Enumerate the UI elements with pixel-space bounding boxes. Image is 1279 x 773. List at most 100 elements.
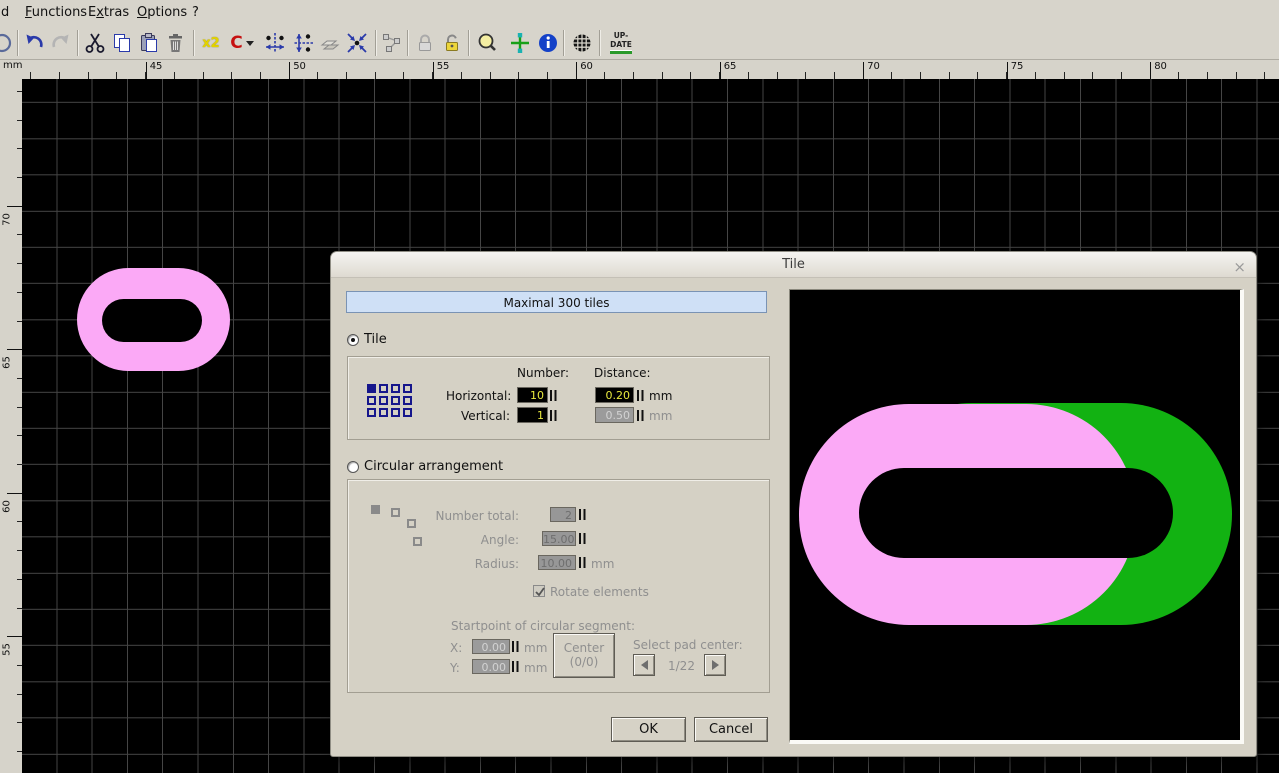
cancel-button[interactable]: Cancel <box>694 717 768 742</box>
vertical-distance-field: 0.50 <box>595 407 634 423</box>
menu-item-options[interactable]: Options <box>137 5 187 20</box>
ruler-label: 65 <box>2 354 13 372</box>
circular-radio-label[interactable]: Circular arrangement <box>364 459 503 474</box>
ruler-tick <box>891 72 892 79</box>
angle-label: Angle: <box>433 533 519 547</box>
ruler-tick <box>748 72 749 79</box>
ruler-label: 60 <box>580 61 593 72</box>
rotate-elements-label: Rotate elements <box>550 585 649 599</box>
dialog-title: Tile <box>782 257 805 272</box>
ruler-tick <box>260 72 261 79</box>
startpoint-label: Startpoint of circular segment: <box>451 619 635 633</box>
vertical-number-spinner[interactable] <box>550 410 557 421</box>
tile-preview-panel <box>789 289 1244 744</box>
x-spinner <box>512 641 519 652</box>
pad-hole-shape <box>859 468 1173 558</box>
ruler-tick <box>146 62 147 79</box>
paste-icon[interactable] <box>136 30 162 56</box>
ruler-tick <box>1092 72 1093 79</box>
ruler-top: 4550556065707580 <box>22 60 1279 79</box>
horizontal-distance-field[interactable]: 0.20 <box>595 387 634 403</box>
horizontal-distance-spinner[interactable] <box>637 390 644 401</box>
pad-next-button <box>704 654 726 676</box>
pad-obround-shape[interactable] <box>77 268 230 371</box>
y-unit-label: mm <box>524 661 547 675</box>
ruler-tick <box>1007 62 1008 79</box>
ruler-tick <box>289 62 290 79</box>
trash-icon[interactable] <box>162 30 188 56</box>
tile-radio-label[interactable]: Tile <box>364 332 387 347</box>
circular-radio[interactable] <box>347 461 359 473</box>
ruler-tick <box>720 62 721 79</box>
ruler-tick <box>604 72 605 79</box>
ruler-label: 75 <box>1011 61 1024 72</box>
ruler-tick <box>977 72 978 79</box>
horizontal-number-field[interactable]: 10 <box>517 387 548 403</box>
rotate-elements-checkbox <box>533 585 545 597</box>
halftone-icon[interactable] <box>569 30 595 56</box>
angle-field: 15.00 <box>542 531 576 546</box>
redo-icon[interactable] <box>48 30 74 56</box>
ruler-tick <box>834 72 835 79</box>
mirror-vertical-icon[interactable] <box>290 30 316 56</box>
toolbar-separator <box>407 30 409 56</box>
ruler-tick <box>203 72 204 79</box>
cut-icon[interactable] <box>82 30 108 56</box>
arrow-left-icon <box>641 660 648 670</box>
horizontal-number-spinner[interactable] <box>550 390 557 401</box>
ruler-tick <box>863 62 864 79</box>
ruler-tick <box>576 62 577 79</box>
partial-icon[interactable] <box>0 30 18 56</box>
net-icon[interactable] <box>379 30 405 56</box>
tile-preview-graphic <box>790 290 1240 737</box>
crosshair-icon[interactable] <box>507 30 533 56</box>
menu-item-extras[interactable]: Extras <box>88 5 129 20</box>
menu-item-functions[interactable]: Functions <box>25 5 87 20</box>
ruler-tick <box>633 72 634 79</box>
radius-unit-label: mm <box>591 557 614 571</box>
pad-prev-button <box>633 654 655 676</box>
copy-icon[interactable] <box>109 30 135 56</box>
vertical-number-field[interactable]: 1 <box>517 407 548 423</box>
number-total-field: 2 <box>550 507 576 522</box>
rotate-icon[interactable]: C <box>225 30 259 56</box>
ok-button[interactable]: OK <box>611 717 686 742</box>
unlock-icon[interactable] <box>439 30 465 56</box>
info-icon[interactable] <box>535 30 561 56</box>
ruler-tick <box>1035 72 1036 79</box>
menu-item-help[interactable]: ? <box>192 5 199 20</box>
tile-radio[interactable] <box>347 334 359 346</box>
toolbar-separator <box>468 30 470 56</box>
undo-icon[interactable] <box>21 30 47 56</box>
ruler-tick <box>7 206 22 207</box>
number-column-header: Number: <box>517 366 569 380</box>
x-unit-label: mm <box>524 641 547 655</box>
toolbar-separator <box>599 30 601 56</box>
tile-dialog: Tile × Maximal 300 tiles Tile Number: Di… <box>330 251 1257 757</box>
distance-column-header: Distance: <box>594 366 651 380</box>
menu-item-partial[interactable]: d <box>1 5 9 20</box>
ruler-tick <box>403 72 404 79</box>
update-icon[interactable]: UP-DATE <box>604 30 638 56</box>
align-center-icon[interactable] <box>344 30 370 56</box>
vertical-distance-spinner <box>637 410 644 421</box>
ruler-left: 70656055 <box>0 79 22 773</box>
toolbar-separator <box>17 30 19 56</box>
ruler-tick <box>59 72 60 79</box>
stack-icon[interactable] <box>317 30 343 56</box>
rotate-dropdown-caret[interactable] <box>246 41 254 46</box>
ruler-tick <box>317 72 318 79</box>
close-icon[interactable]: × <box>1233 255 1246 280</box>
radius-field: 10.00 <box>538 555 576 570</box>
ruler-tick <box>777 72 778 79</box>
tile-grid-icon <box>367 384 414 419</box>
arrow-right-icon <box>712 660 719 670</box>
dialog-titlebar[interactable]: Tile × <box>331 252 1256 278</box>
mirror-horizontal-icon[interactable] <box>262 30 288 56</box>
ruler-tick <box>7 636 22 637</box>
app-window: Sprint-Layout 6.0 d Functions Extras Opt… <box>0 0 1279 773</box>
x2-icon[interactable]: x2 <box>198 30 224 56</box>
lock-icon[interactable] <box>412 30 438 56</box>
max-tiles-banner: Maximal 300 tiles <box>346 291 767 313</box>
zoom-icon[interactable] <box>474 30 500 56</box>
